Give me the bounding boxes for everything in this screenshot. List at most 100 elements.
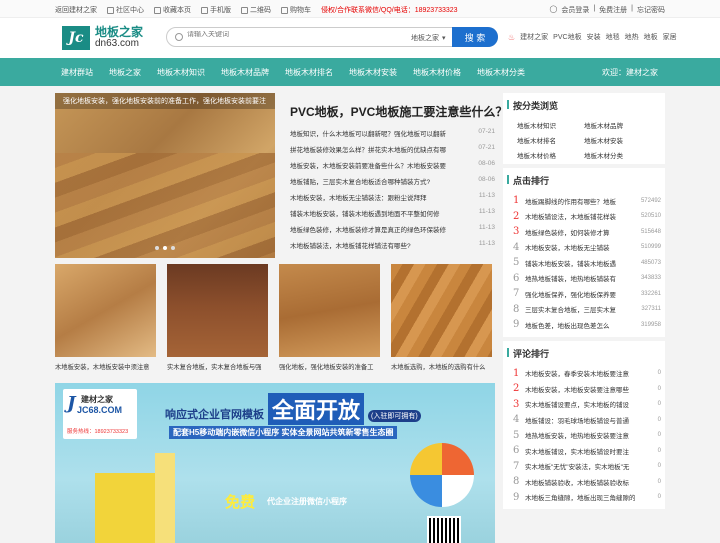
nav-item[interactable]: 地板木材品牌 — [221, 67, 269, 78]
login-link[interactable]: 会员登录 — [561, 5, 589, 15]
rank-item[interactable]: 4 地板铺设：羽毛球场地板铺设与普通 0 — [513, 412, 661, 428]
slider-dot[interactable] — [163, 246, 167, 250]
separator: | — [593, 5, 596, 12]
mobile-link[interactable]: 手机版 — [201, 5, 231, 15]
logo-domain: dn63.com — [95, 38, 139, 49]
banner-subline: 配套H5移动端内嵌微信小程序 实体全景网站共筑新零售生态圈 — [169, 426, 398, 439]
sidebar: 按分类浏览 地板木材知识 地板木材品牌 地板木材排名 地板木材安装 地板木材价格… — [503, 93, 665, 513]
qrcode-link[interactable]: 二维码 — [241, 5, 271, 15]
nav-item[interactable]: 建材群站 — [61, 67, 93, 78]
browse-by-category: 按分类浏览 地板木材知识 地板木材品牌 地板木材排名 地板木材安装 地板木材价格… — [503, 93, 665, 164]
slider-dot[interactable] — [171, 246, 175, 250]
hot-tag[interactable]: 地热 — [625, 32, 639, 42]
forgot-password-link[interactable]: 忘记密码 — [637, 5, 665, 15]
comment-ranking: 评论排行 1 木地板安装，春季安装木地板要注意 0 2 木地板安装，木地板安装要注意哪… — [503, 340, 665, 509]
nav-item[interactable]: 地板木材安装 — [349, 67, 397, 78]
rank-item[interactable]: 5 地热地板安装，地热地板安装要注意 0 — [513, 428, 661, 444]
search-input[interactable] — [187, 31, 347, 38]
beach-ball-graphic — [410, 443, 474, 507]
rank-item[interactable]: 8 木地板铺装验收，木地板铺装验收标 0 — [513, 474, 661, 490]
rank-item[interactable]: 7 实木地板"无忧"安装法，实木地板"无 0 — [513, 459, 661, 475]
headline-title[interactable]: PVC地板，PVC地板施工要注意些什么？ — [290, 103, 507, 120]
search-button[interactable]: 搜 索 — [452, 27, 498, 47]
hot-tag[interactable]: 安装 — [587, 32, 601, 42]
news-item[interactable]: 拼花地板装修效果怎么样？拼花实木地板的优缺点有哪 07-21 — [290, 144, 495, 160]
news-item[interactable]: 地板安装，木地板安装前要准备些什么？木地板安装要 08-06 — [290, 160, 495, 176]
rank-item[interactable]: 5 铺装木地板安装，铺装木地板遇 485073 — [513, 255, 661, 271]
account-links: ◯ 会员登录 | 免费注册 | 忘记密码 — [550, 5, 666, 15]
rank-item[interactable]: 3 地板绿色装修，如何装修才算 515648 — [513, 224, 661, 240]
thumbnail-caption[interactable]: 实木复合地板，实木复合地板与强 — [167, 362, 268, 371]
thumbnail-card[interactable]: 木地板选购，木地板的选购有什么 — [391, 264, 492, 371]
news-item[interactable]: 铺装木地板安装，铺装木地板遇到地面不平整如何修 11-13 — [290, 208, 495, 224]
click-ranking: 点击排行 1 地板踢脚线的作用有哪些？地板 572492 2 木地板铺设法，木地板铺花… — [503, 168, 665, 337]
community-icon — [107, 6, 114, 14]
rank-item[interactable]: 1 木地板安装，春季安装木地板要注意 0 — [513, 366, 661, 382]
category-link[interactable]: 地板木材安装 — [584, 135, 651, 145]
top-links: 返回建材之家 社区中心 收藏本页 手机版 二维码 购物车 侵权/合作联系微信/Q… — [55, 5, 458, 15]
thumbnail-image — [279, 264, 380, 357]
hot-tag[interactable]: 地毯 — [606, 32, 620, 42]
news-item[interactable]: 木地板安装，木地板无尘铺装法：跟粉尘说拜拜 11-13 — [290, 192, 495, 208]
hot-tag[interactable]: 家居 — [663, 32, 677, 42]
rank-item[interactable]: 4 木地板安装，木地板无尘铺装 510999 — [513, 240, 661, 256]
news-item[interactable]: 地板铺贴，三层实木复合地板适合哪种铺装方式? 08-06 — [290, 176, 495, 192]
news-item[interactable]: 地板绿色装修，木地板装修才算是真正的绿色环保装修 11-13 — [290, 224, 495, 240]
rank-item[interactable]: 7 强化地板保养，强化地板保养要 332261 — [513, 286, 661, 302]
ad-banner[interactable]: J 建材之家 JC68.COM 服务热线：18923733323 响应式企业官网… — [55, 383, 495, 543]
register-link[interactable]: 免费注册 — [599, 5, 627, 15]
banner-headline: 响应式企业官网模板 全面开放 (入驻即可拥有) — [165, 393, 421, 425]
category-link[interactable]: 地板木材分类 — [584, 150, 651, 160]
community-link[interactable]: 社区中心 — [107, 5, 144, 15]
nav-item[interactable]: 地板木材排名 — [285, 67, 333, 78]
thumbnail-caption[interactable]: 木地板安装，木地板安装中须注意 — [55, 362, 156, 371]
nav-item[interactable]: 地板木材分类 — [477, 67, 525, 78]
headline-news: PVC地板，PVC地板施工要注意些什么？ 地板知识，什么木地板可以翻新呢？强化地… — [290, 93, 507, 256]
search-scope-select[interactable]: 地板之家 — [411, 33, 446, 43]
main-nav: 建材群站 地板之家 地板木材知识 地板木材品牌 地板木材排名 地板木材安装 地板… — [0, 58, 720, 86]
rank-item[interactable]: 9 地板色差，地板出现色差怎么 319958 — [513, 317, 661, 333]
rank-item[interactable]: 9 木地板三角缝隙，地板出现三角缝隙的 0 — [513, 490, 661, 506]
rank-item[interactable]: 3 实木地板铺设要点，实木地板的铺设 0 — [513, 397, 661, 413]
rank-item[interactable]: 6 地热地板铺装，地热地板铺装有 343833 — [513, 271, 661, 287]
nav-item[interactable]: 地板木材价格 — [413, 67, 461, 78]
rank-item[interactable]: 6 实木地板铺设，实木地板铺设时要注 0 — [513, 443, 661, 459]
bookmark-link[interactable]: 收藏本页 — [154, 5, 191, 15]
slider-dot[interactable] — [155, 246, 159, 250]
category-link[interactable]: 地板木材知识 — [517, 120, 584, 130]
site-logo[interactable]: Jc 地板之家 dn63.com — [62, 26, 143, 50]
banner-logo: J 建材之家 JC68.COM 服务热线：18923733323 — [63, 389, 137, 439]
news-item[interactable]: 木地板铺装法，木地板铺花样铺法有哪些? 11-13 — [290, 240, 495, 256]
thumbnail-card[interactable]: 木地板安装，木地板安装中须注意 — [55, 264, 156, 371]
thumbnail-card[interactable]: 实木复合地板，实木复合地板与强 — [167, 264, 268, 371]
rank-item[interactable]: 2 木地板铺设法，木地板铺花样装 520510 — [513, 209, 661, 225]
top-bar: 返回建材之家 社区中心 收藏本页 手机版 二维码 购物车 侵权/合作联系微信/Q… — [0, 0, 720, 18]
star-icon — [154, 6, 161, 14]
hot-tag[interactable]: PVC地板 — [553, 32, 581, 42]
qrcode-icon — [241, 6, 248, 14]
rank-item[interactable]: 1 地板踢脚线的作用有哪些？地板 572492 — [513, 193, 661, 209]
banner-free: 免费 — [225, 494, 256, 511]
image-slider[interactable]: 强化地板安装，强化地板安装前的准备工作，强化地板安装前要注 — [55, 93, 275, 258]
slider-caption[interactable]: 强化地板安装，强化地板安装前的准备工作，强化地板安装前要注 — [55, 93, 275, 109]
section-title: 点击排行 — [503, 168, 665, 191]
hot-tag[interactable]: 建材之家 — [520, 32, 548, 42]
thumbnail-caption[interactable]: 强化地板，强化地板安装的准备工 — [279, 362, 380, 371]
cart-link[interactable]: 购物车 — [281, 5, 311, 15]
fire-icon: ♨ — [508, 32, 516, 42]
nav-item[interactable]: 地板之家 — [109, 67, 141, 78]
rank-item[interactable]: 2 木地板安装，木地板安装要注意哪些 0 — [513, 381, 661, 397]
thumbnail-card[interactable]: 强化地板，强化地板安装的准备工 — [279, 264, 380, 371]
news-item[interactable]: 地板知识，什么木地板可以翻新呢？强化地板可以翻新 07-21 — [290, 128, 495, 144]
nav-item[interactable]: 地板木材知识 — [157, 67, 205, 78]
search-icon — [175, 33, 183, 41]
back-home-link[interactable]: 返回建材之家 — [55, 5, 97, 15]
rank-item[interactable]: 8 三层实木复合地板，三层实木复 327311 — [513, 302, 661, 318]
category-link[interactable]: 地板木材排名 — [517, 135, 584, 145]
category-link[interactable]: 地板木材价格 — [517, 150, 584, 160]
promo-contact[interactable]: 侵权/合作联系微信/QQ/电话：18923733323 — [321, 5, 458, 15]
thumbnail-caption[interactable]: 木地板选购，木地板的选购有什么 — [391, 362, 492, 371]
hot-tag[interactable]: 地板 — [644, 32, 658, 42]
category-link[interactable]: 地板木材品牌 — [584, 120, 651, 130]
thumbnail-row: 木地板安装，木地板安装中须注意 实木复合地板，实木复合地板与强 强化地板，强化地… — [55, 264, 495, 371]
